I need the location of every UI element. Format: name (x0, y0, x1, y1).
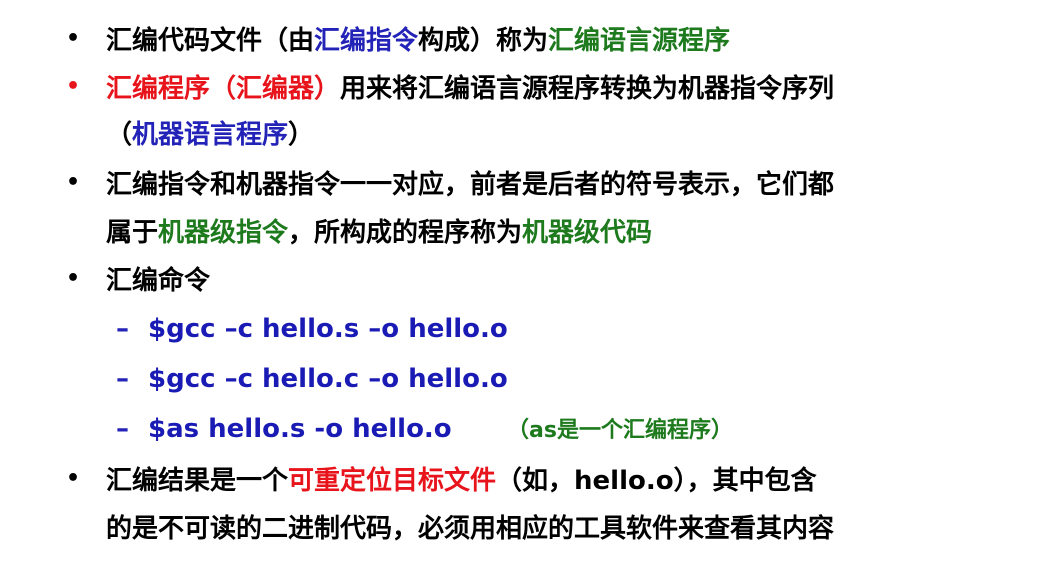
slide: • 汇编代码文件（由汇编指令构成）称为汇编语言源程序 • 汇编程序（汇编器）用来… (0, 0, 1041, 571)
bullet-1-text: 汇编代码文件（由汇编指令构成）称为汇编语言源程序 (106, 28, 730, 54)
dash-marker: – (116, 414, 129, 444)
command-gcc-s: $gcc –c hello.s –o hello.o (148, 314, 508, 344)
bullet-marker: • (66, 74, 81, 99)
b3-segment-machine-level-code: 机器级代码 (522, 218, 653, 248)
b1-segment-3: 构成）称为 (418, 26, 549, 56)
b5-segment-relocatable-object: 可重定位目标文件 (288, 466, 497, 496)
bullet-3-line-1: 汇编指令和机器指令一一对应，前者是后者的符号表示，它们都 (106, 170, 835, 200)
command-gcc-c: $gcc –c hello.c –o hello.o (148, 364, 508, 394)
b2-open-paren: （ (106, 120, 133, 150)
command-as: $as hello.s -o hello.o (148, 414, 452, 444)
bullet-3-line-2: 属于机器级指令，所构成的程序称为机器级代码 (106, 220, 652, 246)
b1-segment-assembly-source: 汇编语言源程序 (548, 26, 731, 56)
bullet-marker: • (66, 466, 81, 491)
b2-close-paren: ） (288, 120, 315, 150)
bullet-marker: • (66, 170, 81, 195)
b5-segment-1: 汇编结果是一个 (106, 466, 289, 496)
command-as-note: （as是一个汇编程序） (507, 418, 733, 443)
bullet-2-line-2: （机器语言程序） (106, 122, 314, 148)
b2-segment-2: 用来将汇编语言源程序转换为机器指令序列 (340, 74, 835, 104)
bullet-marker: • (66, 266, 81, 291)
b3-segment-1: 属于 (106, 218, 159, 248)
bullet-5-line-2: 的是不可读的二进制代码，必须用相应的工具软件来查看其内容 (106, 514, 835, 544)
dash-marker: – (116, 364, 129, 394)
b3-segment-machine-level-instruction: 机器级指令 (158, 218, 289, 248)
bullet-5-line-1: 汇编结果是一个可重定位目标文件（如，hello.o），其中包含 (106, 468, 817, 494)
b5-segment-3: （如，hello.o），其中包含 (496, 466, 817, 496)
bullet-4-title: 汇编命令 (106, 266, 211, 296)
b1-segment-1: 汇编代码文件（由 (106, 26, 315, 56)
b2-segment-machine-language: 机器语言程序 (132, 120, 289, 150)
b1-segment-assembly-instruction: 汇编指令 (314, 26, 419, 56)
dash-marker: – (116, 314, 129, 344)
bullet-2-line-1: 汇编程序（汇编器）用来将汇编语言源程序转换为机器指令序列 (106, 76, 834, 102)
bullet-marker: • (66, 26, 81, 51)
b3-segment-3: ，所构成的程序称为 (288, 218, 523, 248)
b2-segment-assembler: 汇编程序（汇编器） (106, 74, 341, 104)
